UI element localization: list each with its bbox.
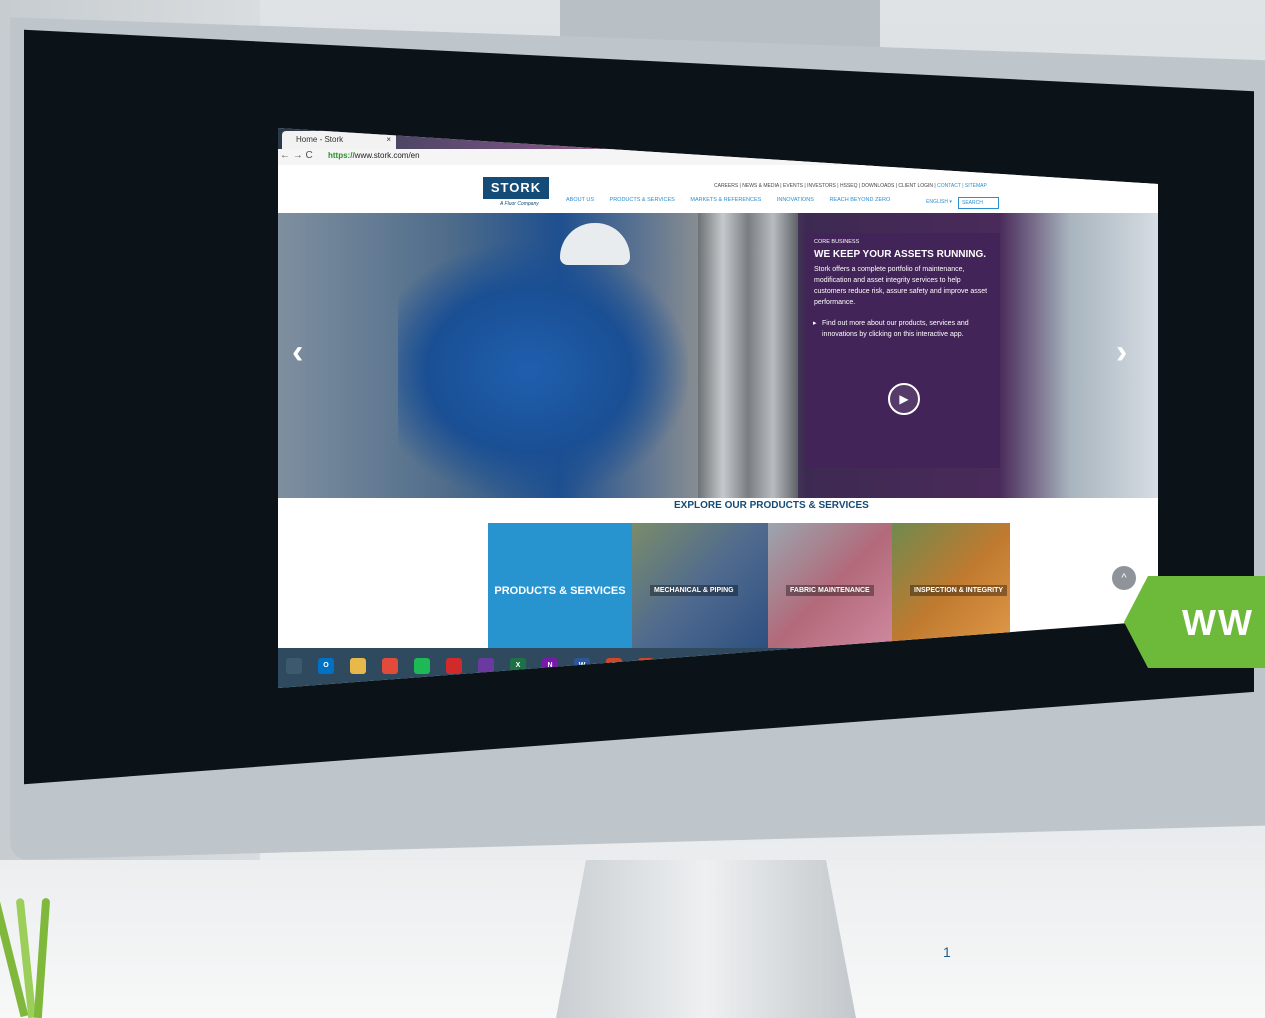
tile-fabric-maintenance[interactable]: FABRIC MAINTENANCE: [768, 523, 892, 653]
utility-nav-links[interactable]: CAREERS | NEWS & MEDIA | EVENTS | INVEST…: [714, 183, 936, 189]
tile-mechanical-piping[interactable]: MECHANICAL & PIPING: [632, 523, 768, 653]
language-selector[interactable]: ENGLISH ▾: [926, 199, 952, 205]
scroll-top-icon[interactable]: ^: [1112, 566, 1136, 590]
explorer-icon[interactable]: [350, 658, 366, 674]
windows-icon[interactable]: [286, 658, 302, 674]
tile-products-services[interactable]: PRODUCTS & SERVICES: [488, 523, 632, 653]
promo-headline: WE KEEP YOUR ASSETS RUNNING.: [814, 249, 987, 260]
hero-promo-panel: CORE BUSINESS WE KEEP YOUR ASSETS RUNNIN…: [806, 233, 1000, 468]
nav-markets-references[interactable]: MARKETS & REFERENCES: [690, 197, 761, 203]
tile-label: PRODUCTS & SERVICES: [494, 585, 626, 597]
monitor-stand: [556, 860, 856, 1018]
hero-photo-pipes: [698, 213, 798, 498]
logo-tagline: A Fluor Company: [500, 201, 539, 207]
badge-text: WW: [1182, 602, 1254, 643]
carousel-next-icon[interactable]: ›: [1116, 333, 1127, 372]
spotify-icon[interactable]: [414, 658, 430, 674]
url-scheme: https://: [328, 151, 355, 160]
hero-photo-worker: [398, 243, 688, 498]
nav-about-us[interactable]: ABOUT US: [566, 197, 594, 203]
www-badge: WW: [1124, 576, 1265, 668]
product-tiles: PRODUCTS & SERVICES MECHANICAL & PIPING …: [488, 523, 1010, 653]
utility-nav-contact[interactable]: CONTACT | SITEMAP: [937, 183, 987, 189]
url-host: www.stork.com/en: [354, 151, 420, 160]
explore-heading: EXPLORE OUR PRODUCTS & SERVICES: [674, 500, 869, 511]
tile-label: MECHANICAL & PIPING: [650, 585, 738, 596]
slack-icon[interactable]: [478, 658, 494, 674]
search-input[interactable]: SEARCH: [958, 197, 999, 209]
acrobat-icon[interactable]: [446, 658, 462, 674]
main-nav: ABOUT US PRODUCTS & SERVICES MARKETS & R…: [566, 197, 904, 203]
stork-logo[interactable]: STORK: [483, 177, 549, 199]
browser-nav-buttons[interactable]: ← → C: [280, 150, 313, 161]
tab-title: Home - Stork: [296, 135, 344, 144]
nav-reach-beyond-zero[interactable]: REACH BEYOND ZERO: [829, 197, 890, 203]
hero-photo-helmet: [560, 223, 630, 265]
tile-label: INSPECTION & INTEGRITY: [910, 585, 1008, 596]
outlook-icon[interactable]: O: [318, 658, 334, 674]
page-number: 1: [943, 944, 951, 960]
promo-body: Stork offers a complete portfolio of mai…: [814, 266, 988, 306]
tile-label: FABRIC MAINTENANCE: [786, 585, 874, 596]
carousel-prev-icon[interactable]: ‹: [292, 333, 303, 372]
pencil: [33, 897, 51, 1018]
play-icon[interactable]: ▶: [888, 383, 920, 415]
hero-carousel: ‹ › CORE BUSINESS WE KEEP YOUR ASSETS RU…: [278, 213, 1158, 579]
chrome-icon[interactable]: [382, 658, 398, 674]
nav-products-services[interactable]: PRODUCTS & SERVICES: [610, 197, 675, 203]
utility-nav: CAREERS | NEWS & MEDIA | EVENTS | INVEST…: [714, 183, 987, 189]
url-field[interactable]: https://www.stork.com/en: [328, 151, 420, 160]
promo-kicker: CORE BUSINESS: [814, 239, 860, 245]
nav-innovations[interactable]: INNOVATIONS: [777, 197, 814, 203]
promo-link[interactable]: Find out more about our products, servic…: [813, 318, 992, 340]
monitor-screen: Home - Stork × ← → C https://www.stork.c…: [278, 128, 1158, 688]
pencil-cup: [0, 886, 62, 1018]
